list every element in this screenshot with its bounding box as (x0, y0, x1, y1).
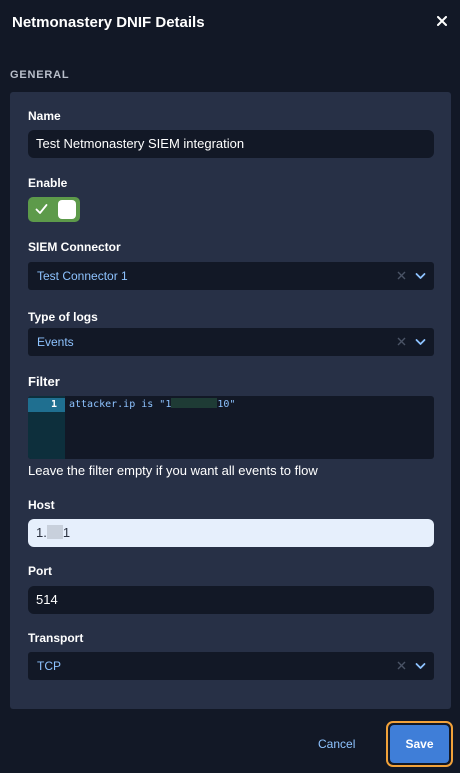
save-button-focus-ring: Save (386, 721, 453, 767)
filter-code-line[interactable]: attacker.ip is "1 10" (69, 398, 235, 412)
transport-value: TCP (37, 659, 61, 673)
toggle-knob (58, 200, 76, 219)
enable-label: Enable (28, 176, 68, 190)
chevron-down-icon[interactable] (415, 272, 426, 280)
clear-icon[interactable] (397, 661, 406, 670)
type-of-logs-value: Events (37, 335, 74, 349)
name-label: Name (28, 109, 61, 123)
dialog-header: Netmonastery DNIF Details (0, 0, 460, 50)
filter-code-prefix: attacker.ip is "1 (69, 399, 172, 410)
filter-editor[interactable]: 1 attacker.ip is "1 10" (28, 396, 434, 459)
siem-connector-select[interactable]: Test Connector 1 (28, 262, 434, 290)
section-label-general: GENERAL (10, 69, 70, 81)
type-of-logs-label: Type of logs (28, 310, 98, 324)
clear-icon[interactable] (397, 337, 406, 346)
chevron-down-icon[interactable] (415, 338, 426, 346)
enable-toggle[interactable] (28, 197, 80, 222)
line-number: 1 (28, 398, 65, 412)
filter-label: Filter (28, 374, 60, 389)
save-button[interactable]: Save (390, 725, 449, 763)
host-value-prefix: 1. (36, 525, 47, 540)
redacted-host (46, 525, 63, 539)
siem-connector-label: SIEM Connector (28, 240, 121, 254)
host-input[interactable]: 1. 1 (28, 519, 434, 547)
check-icon (35, 204, 48, 214)
name-input[interactable]: Test Netmonastery SIEM integration (28, 130, 434, 158)
chevron-down-icon[interactable] (415, 662, 426, 670)
port-label: Port (28, 564, 52, 578)
clear-icon[interactable] (397, 271, 406, 280)
close-icon[interactable] (432, 11, 452, 31)
transport-label: Transport (28, 631, 84, 645)
cancel-button[interactable]: Cancel (318, 737, 355, 751)
host-value-suffix: 1 (62, 525, 71, 540)
type-of-logs-select[interactable]: Events (28, 328, 434, 356)
port-input[interactable]: 514 (28, 586, 434, 614)
dialog-title: Netmonastery DNIF Details (12, 14, 205, 31)
redacted-ip (171, 398, 218, 408)
siem-connector-value: Test Connector 1 (37, 269, 128, 283)
transport-select[interactable]: TCP (28, 652, 434, 680)
filter-hint: Leave the filter empty if you want all e… (28, 463, 318, 478)
filter-code-suffix: 10" (217, 399, 236, 410)
host-label: Host (28, 498, 55, 512)
